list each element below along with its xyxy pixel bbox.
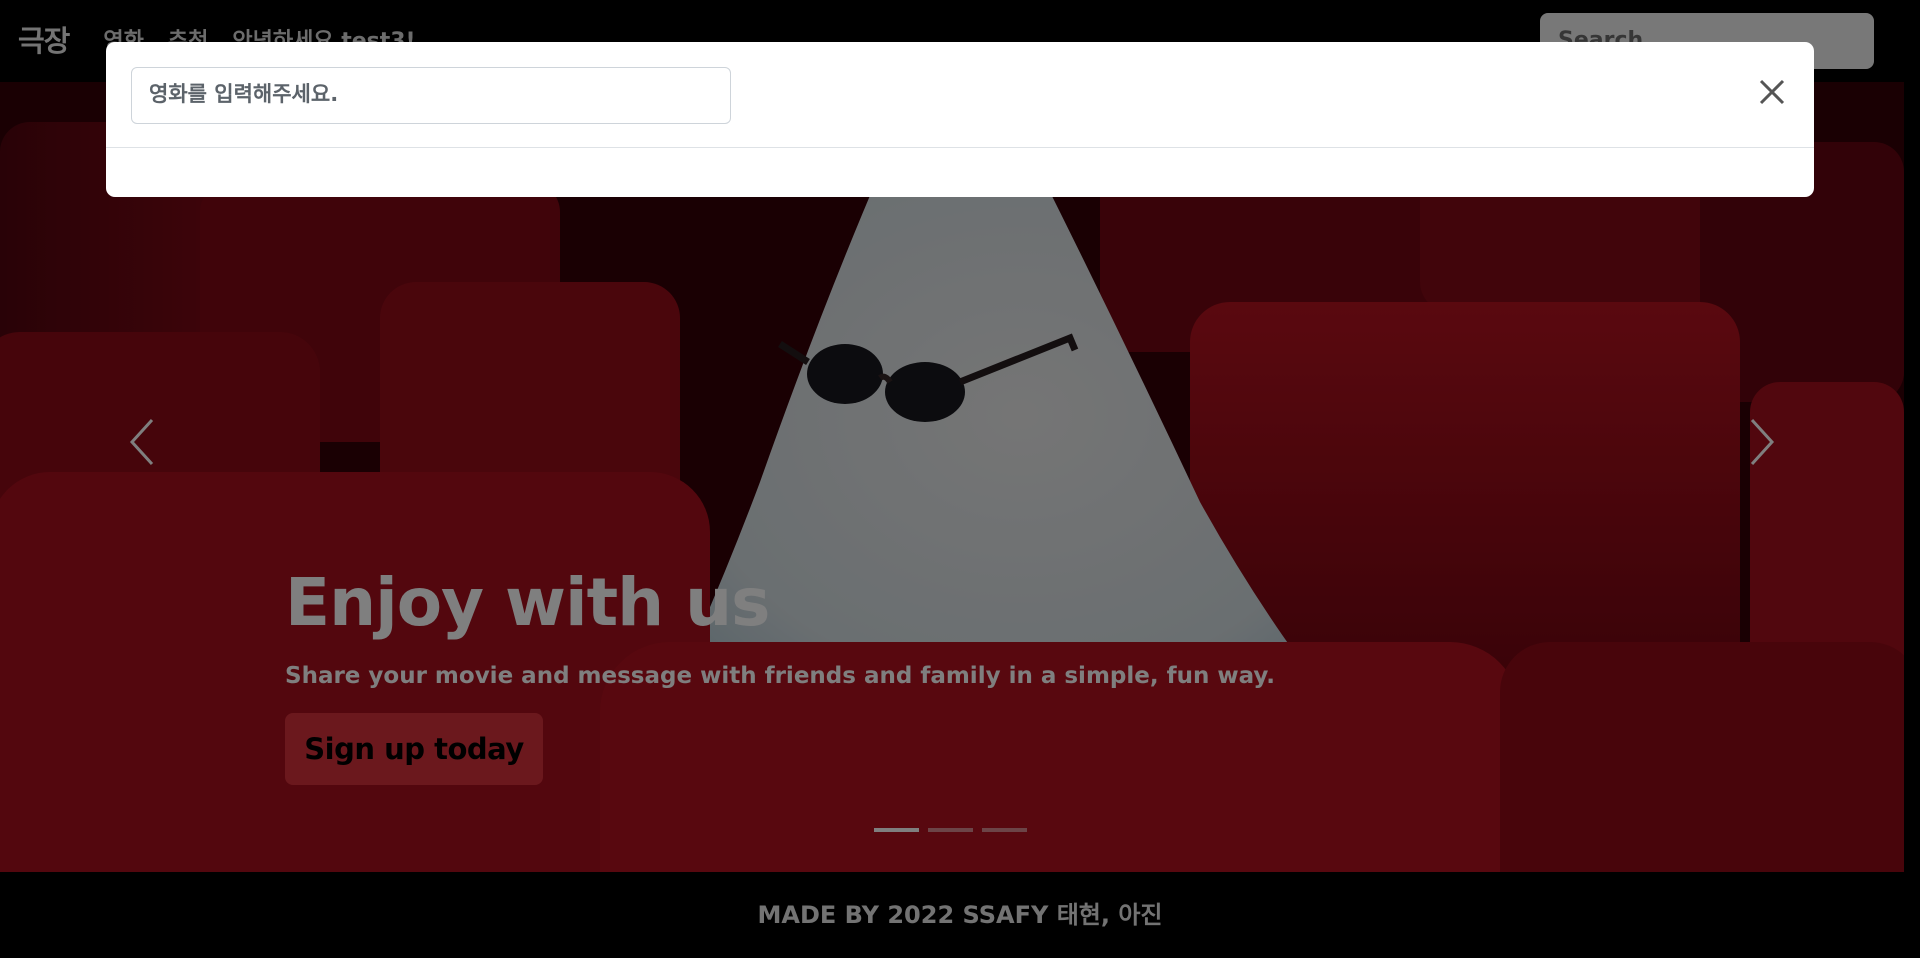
search-modal: 영화를 입력해주세요. [106, 42, 1814, 197]
close-icon[interactable] [1758, 78, 1786, 106]
movie-search-input[interactable]: 영화를 입력해주세요. [131, 67, 731, 124]
modal-body [106, 148, 1814, 196]
modal-header: 영화를 입력해주세요. [106, 42, 1814, 148]
